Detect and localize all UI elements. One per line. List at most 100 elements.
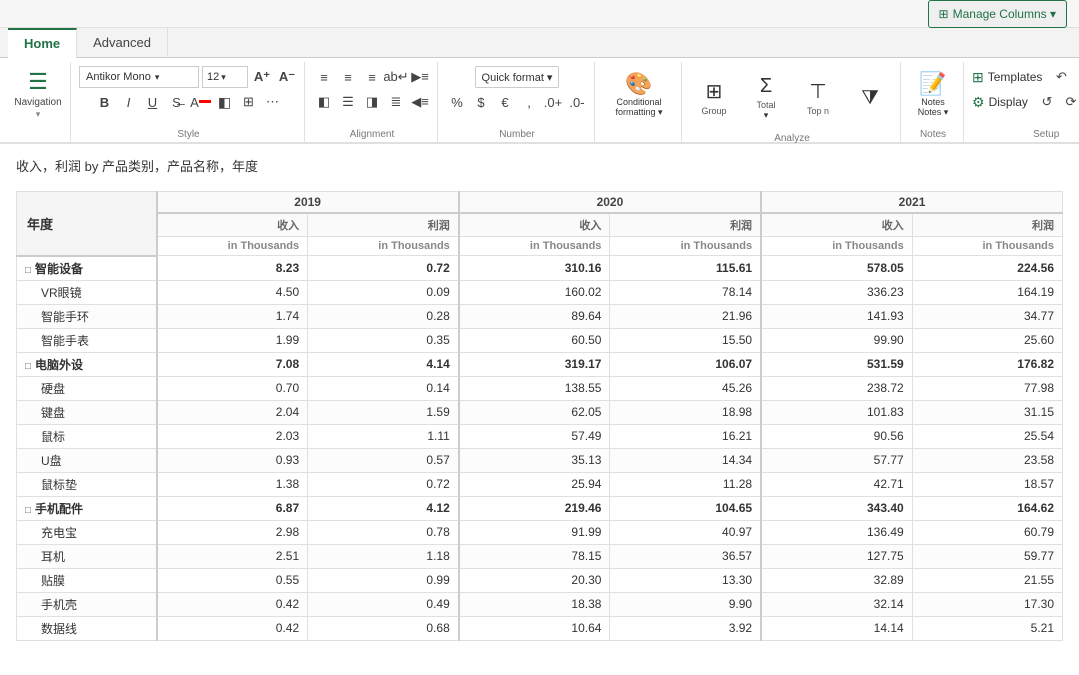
quick-format-button[interactable]: Quick format ▾ [475, 66, 560, 88]
percent-button[interactable]: % [446, 91, 468, 113]
align-center-button[interactable]: ☰ [337, 91, 359, 113]
templates-button[interactable]: Templates [988, 70, 1043, 84]
setup-btn2[interactable]: ↺ [1036, 91, 1058, 113]
item-value-cell: 0.78 [308, 520, 459, 544]
toolbar: ☰ Navigation ▾ Antikor Mono ▾ 12 ▾ A⁺ A⁻… [0, 58, 1079, 144]
navigation-icon: ☰ [28, 69, 48, 95]
category-header-row: □手机配件6.874.12219.46104.65343.40164.62 [17, 496, 1063, 520]
euro-button[interactable]: € [494, 91, 516, 113]
filter-button[interactable]: ⧩ [846, 66, 894, 130]
tab-advanced[interactable]: Advanced [77, 28, 168, 58]
collapse-icon[interactable]: □ [25, 505, 31, 516]
conditional-formatting-label2: formatting ▾ [615, 107, 662, 118]
year-column-header: 年度 [17, 192, 157, 256]
align-top-center-button[interactable]: ≡ [337, 66, 359, 88]
category-total-cell: 531.59 [761, 352, 912, 376]
year-2019-header: 2019 [157, 192, 459, 214]
item-name: U盘 [17, 448, 157, 472]
item-value-cell: 0.14 [308, 376, 459, 400]
item-value-cell: 0.55 [157, 568, 308, 592]
indent-more-button[interactable]: ▶≡ [409, 66, 431, 88]
decrease-font-button[interactable]: A⁻ [276, 66, 298, 88]
item-value-cell: 336.23 [761, 280, 912, 304]
table-row: 键盘2.041.5962.0518.98101.8331.15 [17, 400, 1063, 424]
italic-button[interactable]: I [118, 91, 140, 113]
category-total-cell: 8.23 [157, 256, 308, 281]
item-value-cell: 0.99 [308, 568, 459, 592]
total-button[interactable]: Σ Total ▾ [742, 66, 790, 130]
topn-button[interactable]: ⊤ Top n [794, 66, 842, 130]
item-value-cell: 25.54 [912, 424, 1062, 448]
indent-less-button[interactable]: ◀≡ [409, 91, 431, 113]
table-row: VR眼镜4.500.09160.0278.14336.23164.19 [17, 280, 1063, 304]
align-top-right-button[interactable]: ≡ [361, 66, 383, 88]
align-left-button[interactable]: ◧ [313, 91, 335, 113]
metric-2020-profit: 利润 [610, 213, 761, 237]
year-2021-header: 2021 [761, 192, 1062, 214]
item-value-cell: 89.64 [459, 304, 610, 328]
undo-button[interactable]: ↶ [1050, 66, 1072, 88]
category-total-cell: 310.16 [459, 256, 610, 281]
table-row: U盘0.930.5735.1314.3457.7723.58 [17, 448, 1063, 472]
tab-home[interactable]: Home [8, 28, 77, 58]
comma-button[interactable]: , [518, 91, 540, 113]
display-button[interactable]: Display [989, 95, 1028, 109]
setup-btn3[interactable]: ⟳ [1060, 91, 1079, 113]
align-justify-button[interactable]: ≣ [385, 91, 407, 113]
item-value-cell: 40.97 [610, 520, 761, 544]
item-name: 贴膜 [17, 568, 157, 592]
item-value-cell: 141.93 [761, 304, 912, 328]
item-value-cell: 14.14 [761, 616, 912, 640]
manage-columns-button[interactable]: ⊞ Manage Columns ▾ [928, 0, 1067, 28]
toolbar-group-setup: ⊞ Templates ↶ ↷ ⊡ ⚙ Display ↺ ⟳ ⊕ Setup [966, 62, 1079, 142]
unit-2020-profit: in Thousands [610, 237, 761, 256]
decrease-decimal-button[interactable]: .0- [566, 91, 588, 113]
increase-decimal-button[interactable]: .0+ [542, 91, 564, 113]
category-total-cell: 578.05 [761, 256, 912, 281]
collapse-icon[interactable]: □ [25, 265, 31, 276]
redo-button[interactable]: ↷ [1074, 66, 1079, 88]
category-header-row: □电脑外设7.084.14319.17106.07531.59176.82 [17, 352, 1063, 376]
navigation-chevron: ▾ [36, 109, 41, 120]
category-header-row: □智能设备8.230.72310.16115.61578.05224.56 [17, 256, 1063, 281]
item-value-cell: 4.50 [157, 280, 308, 304]
navigation-button[interactable]: ☰ Navigation ▾ [12, 62, 64, 126]
font-size-selector[interactable]: 12 ▾ [202, 66, 248, 88]
font-color-button[interactable]: A [190, 91, 212, 113]
increase-font-button[interactable]: A⁺ [251, 66, 273, 88]
borders-button[interactable]: ⊞ [238, 91, 260, 113]
topn-label: Top n [807, 106, 829, 117]
conditional-formatting-label1: Conditional [616, 97, 661, 107]
item-value-cell: 34.77 [912, 304, 1062, 328]
conditional-formatting-button[interactable]: 🎨 Conditional formatting ▾ [603, 62, 675, 126]
group-button[interactable]: ⊞ Group [690, 66, 738, 130]
dollar-button[interactable]: $ [470, 91, 492, 113]
item-value-cell: 59.77 [912, 544, 1062, 568]
manage-columns-label: Manage Columns ▾ [953, 7, 1056, 21]
item-value-cell: 21.96 [610, 304, 761, 328]
wrap-text-button[interactable]: ab↵ [385, 66, 407, 88]
collapse-icon[interactable]: □ [25, 361, 31, 372]
item-value-cell: 238.72 [761, 376, 912, 400]
align-right-button[interactable]: ◨ [361, 91, 383, 113]
toolbar-group-notes: 📝 Notes Notes ▾ Notes [903, 62, 964, 142]
item-value-cell: 136.49 [761, 520, 912, 544]
highlight-button[interactable]: ◧ [214, 91, 236, 113]
notes-button[interactable]: 📝 Notes Notes ▾ [909, 62, 957, 126]
conditional-formatting-icon: 🎨 [625, 71, 652, 97]
align-top-left-button[interactable]: ≡ [313, 66, 335, 88]
category-total-cell: 319.17 [459, 352, 610, 376]
more-style-button[interactable]: ⋯ [262, 91, 284, 113]
item-value-cell: 0.09 [308, 280, 459, 304]
bold-button[interactable]: B [94, 91, 116, 113]
table-row: 硬盘0.700.14138.5545.26238.7277.98 [17, 376, 1063, 400]
strikethrough-button[interactable]: S̶ [166, 91, 188, 113]
font-selector[interactable]: Antikor Mono ▾ [79, 66, 199, 88]
total-icon: Σ [760, 75, 772, 98]
manage-columns-icon: ⊞ [939, 7, 949, 21]
item-value-cell: 0.42 [157, 616, 308, 640]
underline-button[interactable]: U [142, 91, 164, 113]
manage-columns-bar: ⊞ Manage Columns ▾ [0, 0, 1079, 28]
item-value-cell: 1.18 [308, 544, 459, 568]
category-total-cell: 219.46 [459, 496, 610, 520]
